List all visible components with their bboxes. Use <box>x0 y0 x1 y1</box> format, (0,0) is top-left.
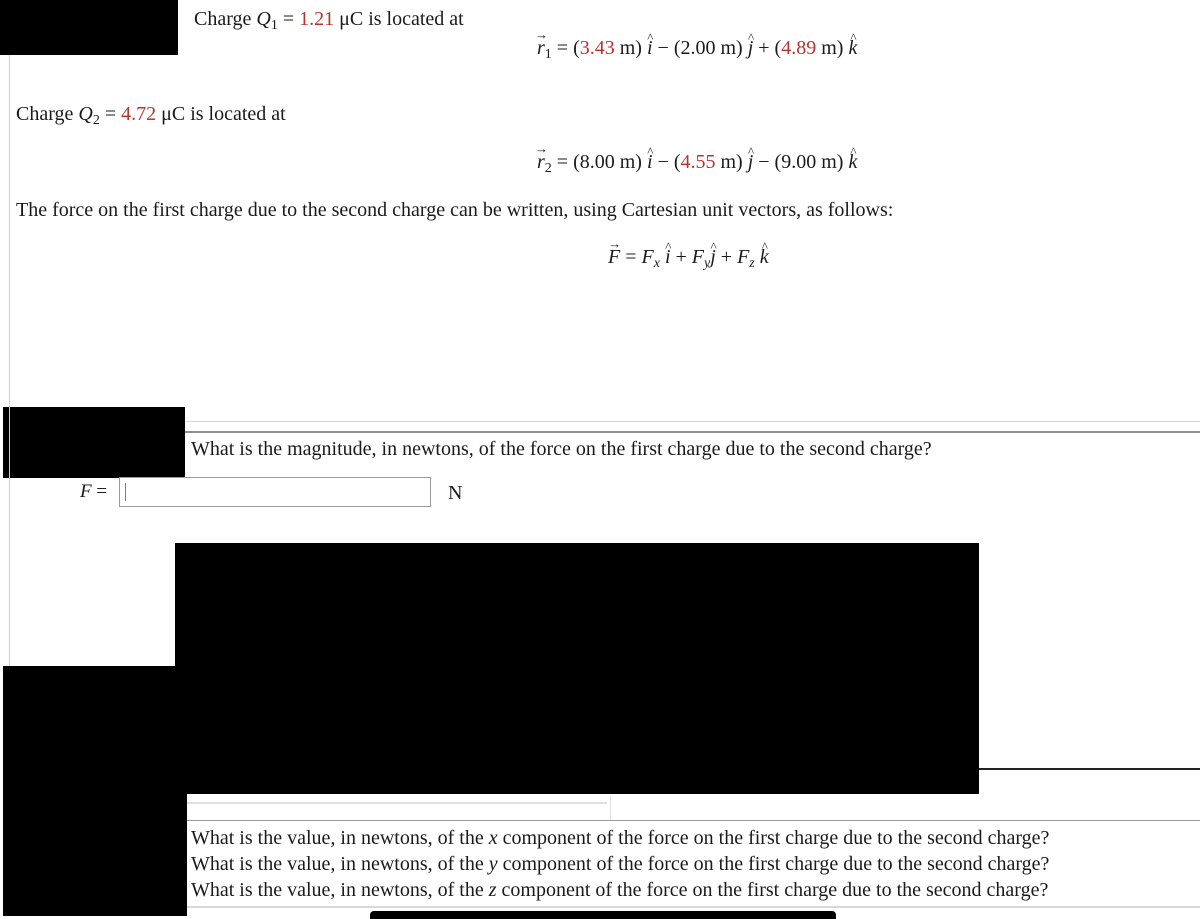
qy-post: component of the force on the first char… <box>497 853 1050 875</box>
part-a-divider <box>185 431 1200 433</box>
component-question-y: What is the value, in newtons, of the y … <box>191 852 1049 876</box>
force-equals-sign: = <box>91 481 108 502</box>
r2-term-x: (8.00 m) i − <box>573 151 674 173</box>
part-b-divider-dark <box>979 768 1200 770</box>
i-hat-icon: i <box>665 245 671 269</box>
fx-symbol: F <box>641 246 654 268</box>
q1-symbol: Q <box>256 8 271 30</box>
part-a-divider-light <box>185 421 1200 422</box>
r2-x-open: ( <box>573 151 580 173</box>
left-border <box>9 55 10 666</box>
r1-y-unit: m) <box>715 37 743 59</box>
k-hat-icon: k <box>848 36 857 60</box>
r2-y-unit: m) <box>715 151 743 173</box>
fz-subscript: z <box>749 256 755 271</box>
r1-subscript: 1 <box>544 47 552 62</box>
redaction-block-middle <box>175 543 979 794</box>
force-vector-symbol: F <box>608 245 620 269</box>
r2-term-y: (4.55 m) j − <box>674 151 775 173</box>
r1-term-y: (2.00 m) j + <box>674 37 775 59</box>
qz-pre: What is the value, in newtons, of the <box>191 879 489 901</box>
q1-equals: = <box>277 8 300 30</box>
qz-var: z <box>488 879 497 901</box>
component-question-x: What is the value, in newtons, of the x … <box>191 826 1049 850</box>
redaction-block-left-lower <box>3 666 187 916</box>
bottom-divider <box>187 906 1200 908</box>
force-equals: = <box>620 246 642 268</box>
redaction-block-top <box>0 0 178 55</box>
q2-symbol: Q <box>78 103 93 125</box>
q2-value: 4.72 <box>121 103 157 125</box>
force-label: F <box>80 481 92 502</box>
r2-y-value: 4.55 <box>680 151 716 173</box>
magnitude-question-text: What is the magnitude, in newtons, of th… <box>191 438 932 460</box>
charge-q2-statement: Charge Q2 = 4.72 μC is located at <box>16 102 286 128</box>
r2-x-value: 8.00 <box>579 151 615 173</box>
part-b-divider <box>187 820 1200 821</box>
r2-y-op: − <box>753 151 775 173</box>
j-hat-icon: j <box>748 36 754 60</box>
force-vector-equation: F = Fx i + Fyj + Fz k <box>608 245 769 271</box>
fx-subscript: x <box>653 256 660 271</box>
i-hat-icon: i <box>647 150 653 174</box>
q1-prefix: Charge <box>194 8 257 30</box>
r1-x-op: − <box>652 37 674 59</box>
k-hat-icon: k <box>848 150 857 174</box>
r2-x-op: − <box>652 151 674 173</box>
qz-post: component of the force on the first char… <box>496 879 1049 901</box>
i-hat-icon: i <box>647 36 653 60</box>
component-question-z: What is the value, in newtons, of the z … <box>191 878 1048 902</box>
plus-1: + <box>670 246 692 268</box>
qy-pre: What is the value, in newtons, of the <box>191 853 489 875</box>
r1-z-value: 4.89 <box>781 37 817 59</box>
r1-vector-symbol: r <box>537 36 545 60</box>
k-hat-icon: k <box>760 245 769 269</box>
magnitude-answer-input[interactable] <box>119 477 431 507</box>
redaction-block-part-a-label <box>3 407 185 478</box>
part-b-divider-light <box>187 802 607 804</box>
q2-unit: μC is located at <box>156 103 286 125</box>
q2-subscript: 2 <box>92 113 100 128</box>
q1-value: 1.21 <box>299 8 335 30</box>
position-r1-equation: r1 = (3.43 m) i − (2.00 m) j + (4.89 m) … <box>537 36 858 62</box>
q2-equals: = <box>99 103 122 125</box>
qx-var: x <box>488 827 498 849</box>
r1-term-x: (3.43 m) i − <box>573 37 674 59</box>
j-hat-icon: j <box>710 245 716 269</box>
q1-unit: μC is located at <box>334 8 464 30</box>
magnitude-unit: N <box>448 482 463 504</box>
charge-q1-statement: Charge Q1 = 1.21 μC is located at <box>194 7 464 33</box>
r1-term-z: (4.89 m) k <box>775 37 858 59</box>
r1-equals: = <box>551 37 574 59</box>
qy-var: y <box>488 853 498 875</box>
position-r2-equation: r2 = (8.00 m) i − (4.55 m) j − (9.00 m) … <box>537 150 858 176</box>
r2-vector-symbol: r <box>537 150 545 174</box>
r2-z-unit: m) <box>816 151 844 173</box>
qx-pre: What is the value, in newtons, of the <box>191 827 489 849</box>
r1-x-value: 3.43 <box>579 37 615 59</box>
magnitude-input-label: F = <box>80 480 107 504</box>
r1-x-unit: m) <box>614 37 642 59</box>
fy-symbol: F <box>691 246 704 268</box>
r1-x-open: ( <box>573 37 580 59</box>
fz-symbol: F <box>737 246 750 268</box>
r2-subscript: 2 <box>544 161 552 176</box>
part-b-col-divider <box>610 795 611 821</box>
r2-x-unit: m) <box>614 151 642 173</box>
r2-z-value: 9.00 <box>781 151 817 173</box>
r1-y-value: 2.00 <box>680 37 716 59</box>
text-caret <box>125 483 126 501</box>
plus-2: + <box>715 246 738 268</box>
q2-prefix: Charge <box>16 103 79 125</box>
redaction-block-bottom <box>370 911 836 919</box>
r2-term-z: (9.00 m) k <box>775 151 858 173</box>
r2-equals: = <box>551 151 574 173</box>
r1-y-op: + <box>753 37 775 59</box>
q1-subscript: 1 <box>270 18 278 33</box>
j-hat-icon: j <box>748 150 754 174</box>
force-intro-text: The force on the first charge due to the… <box>16 199 894 221</box>
qx-post: component of the force on the first char… <box>497 827 1050 849</box>
r1-z-unit: m) <box>816 37 844 59</box>
